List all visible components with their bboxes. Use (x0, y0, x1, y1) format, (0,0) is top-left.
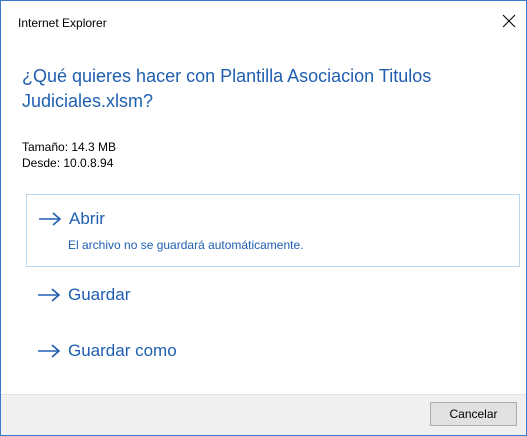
cancel-button[interactable]: Cancelar (430, 402, 517, 426)
option-open[interactable]: Abrir El archivo no se guardará automáti… (26, 194, 520, 267)
option-save-as[interactable]: Guardar como (26, 335, 520, 369)
option-save-row: Guardar (37, 285, 130, 305)
option-open-row: Abrir (38, 209, 105, 229)
title-bar: Internet Explorer (1, 1, 526, 35)
dialog-footer: Cancelar (1, 394, 526, 435)
option-save-as-label: Guardar como (68, 341, 177, 360)
arrow-right-icon (38, 344, 61, 358)
option-open-label: Abrir (69, 209, 105, 228)
download-question: ¿Qué quieres hacer con Plantilla Asociac… (22, 66, 432, 111)
option-open-subtext: El archivo no se guardará automáticament… (68, 238, 304, 252)
file-size: Tamaño: 14.3 MB (22, 140, 117, 154)
file-source: Desde: 10.0.8.94 (22, 156, 114, 170)
arrow-right-icon (39, 212, 62, 226)
close-button[interactable] (495, 9, 523, 33)
close-icon (502, 14, 516, 28)
arrow-right-icon (38, 288, 61, 302)
option-save-label: Guardar (68, 285, 131, 304)
window-title: Internet Explorer (18, 16, 107, 30)
file-info: Tamaño: 14.3 MB Desde: 10.0.8.94 (22, 139, 116, 171)
option-save[interactable]: Guardar (26, 279, 520, 313)
download-dialog: Internet Explorer ¿Qué quieres hacer con… (0, 0, 527, 436)
option-save-as-row: Guardar como (37, 341, 177, 361)
